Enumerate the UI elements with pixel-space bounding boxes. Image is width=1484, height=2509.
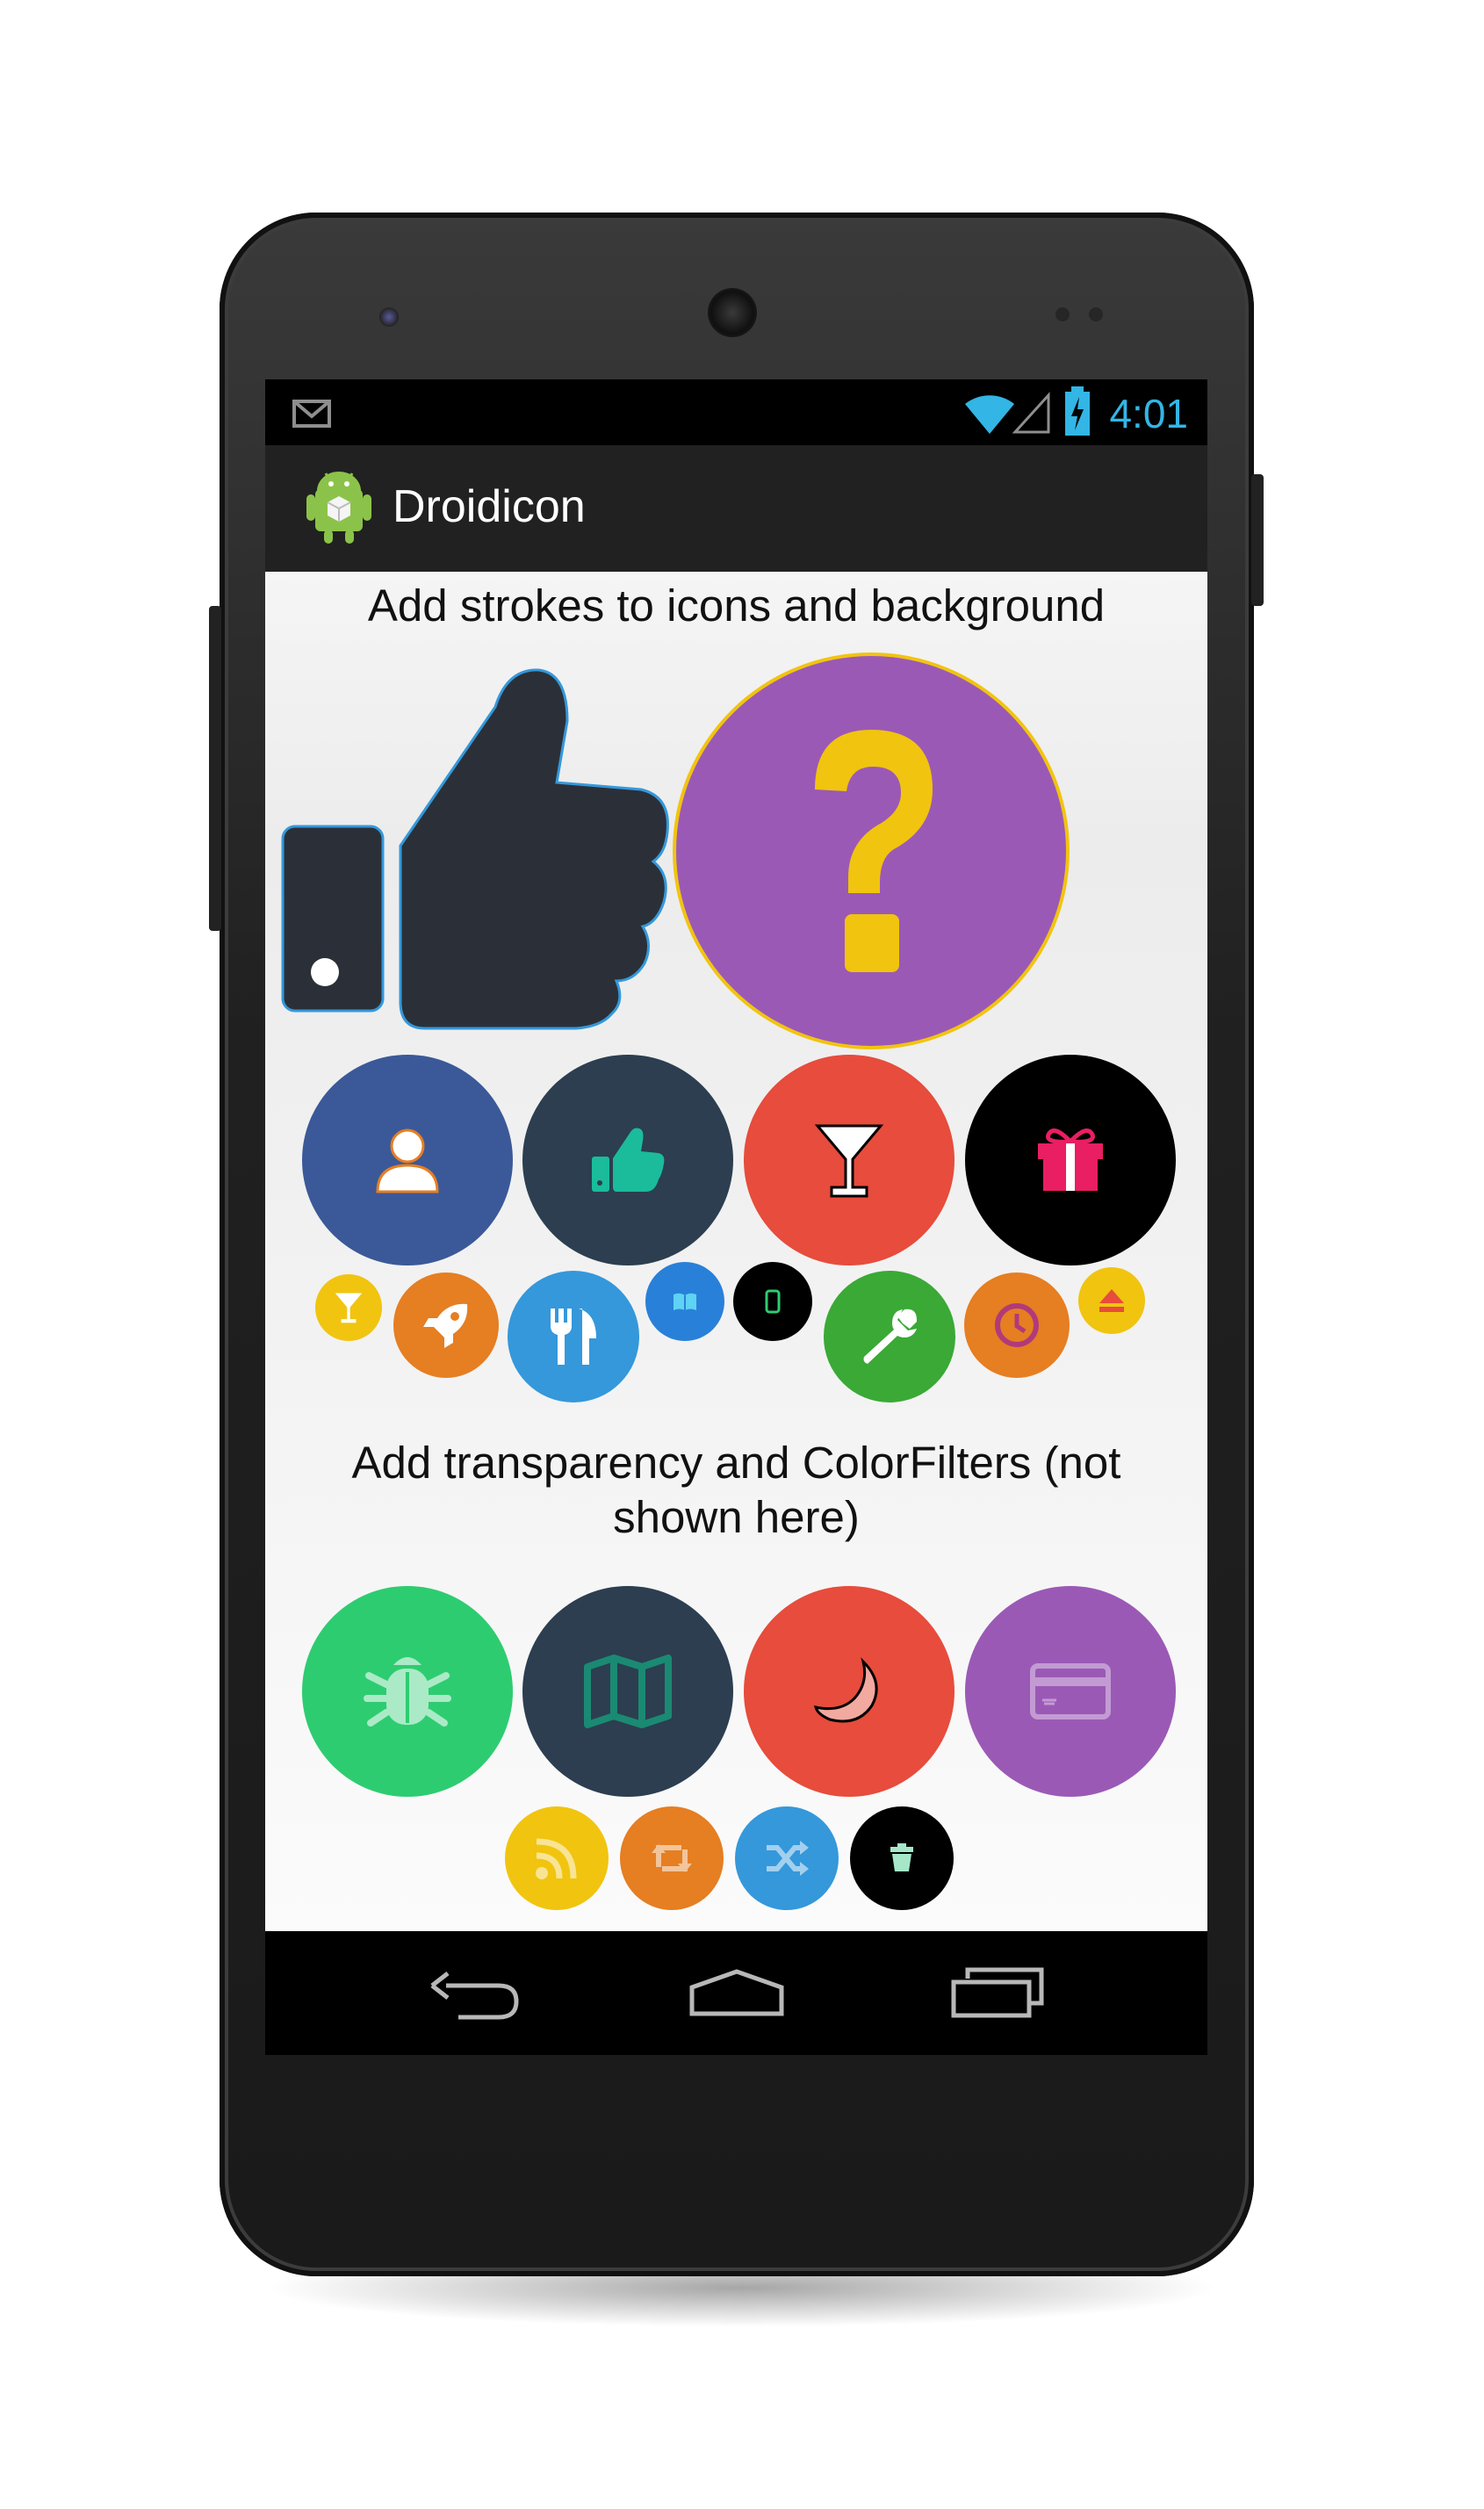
back-icon[interactable] (429, 1968, 520, 2021)
shuffle-icon-button[interactable] (735, 1806, 839, 1910)
eject-icon-button[interactable] (1078, 1267, 1145, 1334)
thumbs-up-icon-button[interactable] (522, 1055, 733, 1265)
section-heading-transparency: Add transparency and ColorFilters (not s… (265, 1436, 1207, 1545)
wrench-icon-button[interactable] (824, 1271, 955, 1402)
rss-icon-button[interactable] (505, 1806, 609, 1910)
cocktail-small-icon-button[interactable] (315, 1274, 382, 1341)
retweet-icon (652, 1844, 692, 1872)
user-icon-button[interactable] (302, 1055, 513, 1265)
trash-icon (890, 1843, 913, 1871)
app-title: Droidicon (393, 481, 586, 532)
content-area: Add strokes to icons and background Add … (265, 572, 1207, 1931)
volume-button (209, 606, 221, 931)
user-icon (376, 1128, 439, 1193)
question-icon (815, 730, 933, 972)
signal-icon (1012, 392, 1050, 434)
book-icon-button[interactable] (645, 1262, 724, 1341)
rocket-icon (423, 1303, 468, 1348)
restaurant-icon-button[interactable] (508, 1271, 639, 1402)
screen: 4:01 Droidicon Add strokes to icons and … (265, 379, 1207, 2055)
gift-icon-button[interactable] (965, 1055, 1176, 1265)
gmail-icon (292, 400, 331, 428)
thumbs-up-small-icon (592, 1128, 665, 1192)
clock-icon (995, 1303, 1039, 1347)
eject-icon (1099, 1289, 1124, 1312)
gift-icon (1038, 1128, 1103, 1191)
retweet-icon-button[interactable] (620, 1806, 724, 1910)
wifi-icon (965, 395, 1014, 434)
bug-icon-button[interactable] (302, 1586, 513, 1797)
trash-icon-button[interactable] (850, 1806, 954, 1910)
status-bar: 4:01 (265, 379, 1207, 445)
shuffle-icon (767, 1841, 809, 1876)
map-icon (584, 1655, 672, 1728)
moon-icon (814, 1657, 878, 1723)
cocktail-icon (814, 1124, 884, 1198)
map-icon-button[interactable] (522, 1586, 733, 1797)
clock-icon-button[interactable] (964, 1273, 1070, 1378)
thumbs-up-icon[interactable] (277, 660, 673, 1046)
action-bar: Droidicon (265, 445, 1207, 572)
cocktail-small-icon (335, 1293, 363, 1323)
navigation-bar (265, 1931, 1207, 2055)
android-app-icon[interactable] (305, 470, 373, 545)
home-icon[interactable] (688, 1968, 785, 2017)
proximity-sensor (1055, 307, 1070, 321)
mobile-icon (765, 1289, 781, 1314)
credit-card-icon (1030, 1663, 1111, 1720)
wrench-icon (863, 1309, 917, 1364)
section-heading-line1: Add transparency and ColorFilters (not (351, 1438, 1121, 1488)
rss-icon (536, 1838, 577, 1879)
section-heading-line2: shown here) (613, 1492, 860, 1542)
power-button (1251, 474, 1264, 606)
mobile-icon-button[interactable] (733, 1262, 812, 1341)
status-time: 4:01 (1109, 391, 1188, 436)
light-sensor (1089, 307, 1103, 321)
battery-icon (1065, 386, 1090, 436)
restaurant-icon (551, 1309, 596, 1365)
question-icon-button[interactable] (676, 656, 1066, 1046)
section-heading-strokes: Add strokes to icons and background (367, 580, 1106, 631)
cocktail-icon-button[interactable] (744, 1055, 955, 1265)
recents-icon[interactable] (950, 1966, 1045, 2019)
bug-icon (364, 1657, 451, 1727)
book-icon (674, 1293, 696, 1310)
credit-card-icon-button[interactable] (965, 1586, 1176, 1797)
rocket-icon-button[interactable] (393, 1273, 499, 1378)
moon-icon-button[interactable] (744, 1586, 955, 1797)
front-camera (379, 307, 399, 327)
earpiece-speaker (708, 288, 757, 337)
